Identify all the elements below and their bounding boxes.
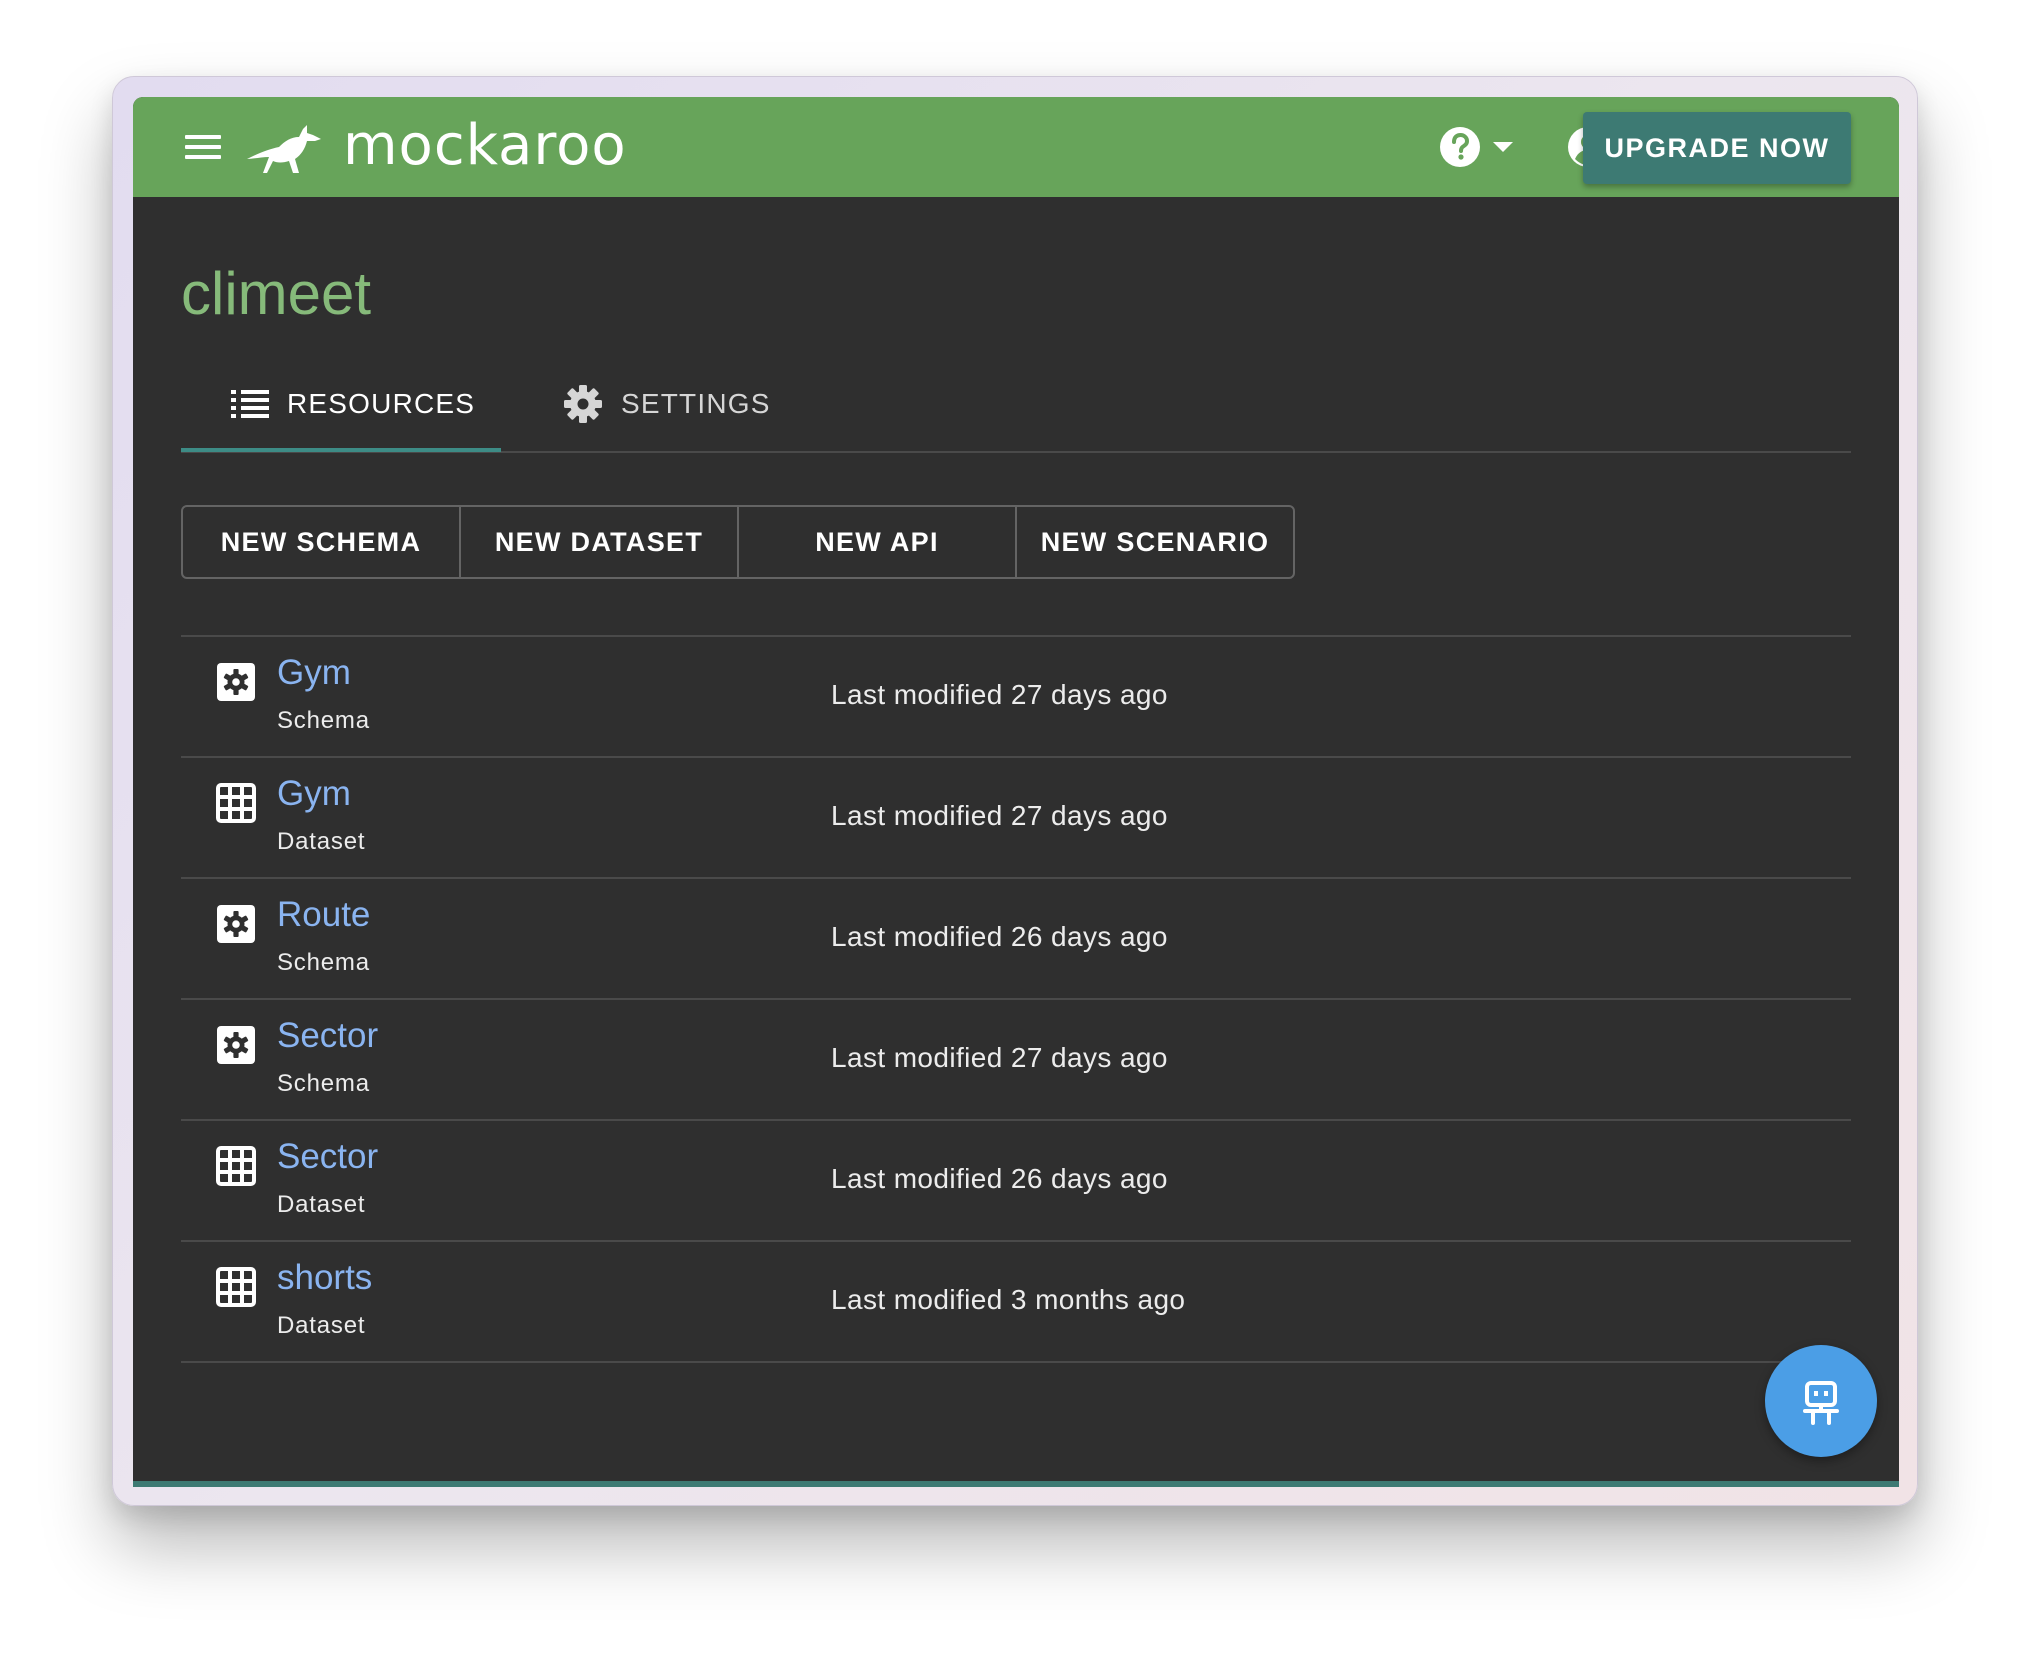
resource-type: Dataset xyxy=(277,1191,366,1218)
menu-icon[interactable] xyxy=(185,133,221,161)
schema-gear-icon xyxy=(217,663,255,701)
robot-icon xyxy=(1803,1381,1839,1425)
resource-name-link[interactable]: Gym xyxy=(277,772,351,816)
bottom-border xyxy=(133,1481,1899,1487)
page-title: climeet xyxy=(181,260,372,327)
list-item[interactable]: Gym Dataset Last modified 27 days ago xyxy=(181,758,1851,879)
chevron-down-icon xyxy=(1493,142,1513,152)
resource-name-link[interactable]: Gym xyxy=(277,651,351,695)
resource-name-link[interactable]: shorts xyxy=(277,1256,372,1300)
list-item[interactable]: Sector Schema Last modified 27 days ago xyxy=(181,1000,1851,1121)
top-bar: mockaroo UPGRADE NOW xyxy=(133,97,1899,197)
resource-name-link[interactable]: Sector xyxy=(277,1014,378,1058)
list-icon xyxy=(231,390,269,418)
resource-name-link[interactable]: Sector xyxy=(277,1135,378,1179)
assistant-fab-button[interactable] xyxy=(1765,1345,1877,1457)
upgrade-now-button[interactable]: UPGRADE NOW xyxy=(1583,112,1851,184)
resource-type: Schema xyxy=(277,1070,370,1097)
dataset-grid-icon xyxy=(216,783,256,823)
resource-type: Schema xyxy=(277,707,370,734)
list-item[interactable]: Gym Schema Last modified 27 days ago xyxy=(181,637,1851,758)
resource-type: Dataset xyxy=(277,828,366,855)
resource-modified: Last modified 3 months ago xyxy=(831,1284,1186,1315)
resource-name-link[interactable]: Route xyxy=(277,893,370,937)
resource-type: Dataset xyxy=(277,1312,366,1339)
list-item[interactable]: Route Schema Last modified 26 days ago xyxy=(181,879,1851,1000)
resource-modified: Last modified 27 days ago xyxy=(831,679,1168,710)
resource-modified: Last modified 27 days ago xyxy=(831,800,1168,831)
resource-type: Schema xyxy=(277,949,370,976)
help-icon xyxy=(1440,127,1480,167)
kangaroo-logo-icon[interactable] xyxy=(245,119,325,177)
tab-settings-label: SETTINGS xyxy=(621,388,771,419)
new-api-button[interactable]: NEW API xyxy=(737,507,1015,577)
active-tab-indicator xyxy=(181,448,501,452)
tab-settings[interactable]: SETTINGS xyxy=(563,355,771,453)
schema-gear-icon xyxy=(217,905,255,943)
tab-bar: RESOURCES SETTINGS xyxy=(181,355,1851,453)
new-dataset-button[interactable]: NEW DATASET xyxy=(459,507,737,577)
new-schema-button[interactable]: NEW SCHEMA xyxy=(183,507,459,577)
list-item[interactable]: Sector Dataset Last modified 26 days ago xyxy=(181,1121,1851,1242)
dataset-grid-icon xyxy=(216,1267,256,1307)
resource-modified: Last modified 26 days ago xyxy=(831,921,1168,952)
list-item[interactable]: shorts Dataset Last modified 3 months ag… xyxy=(181,1242,1851,1363)
dataset-grid-icon xyxy=(216,1146,256,1186)
resource-list: Gym Schema Last modified 27 days ago Gym… xyxy=(181,635,1851,1363)
gear-icon xyxy=(564,385,602,423)
resource-modified: Last modified 26 days ago xyxy=(831,1163,1168,1194)
tab-resources[interactable]: RESOURCES xyxy=(231,355,475,453)
app-content: mockaroo UPGRADE NOW climeet RESOURCES S… xyxy=(133,97,1899,1487)
tab-resources-label: RESOURCES xyxy=(287,388,476,419)
help-menu[interactable] xyxy=(1439,125,1513,169)
schema-gear-icon xyxy=(217,1026,255,1064)
new-resource-button-group: NEW SCHEMA NEW DATASET NEW API NEW SCENA… xyxy=(181,505,1295,579)
resource-modified: Last modified 27 days ago xyxy=(831,1042,1168,1073)
new-scenario-button[interactable]: NEW SCENARIO xyxy=(1015,507,1293,577)
logo-text[interactable]: mockaroo xyxy=(343,111,627,181)
app-window: mockaroo UPGRADE NOW climeet RESOURCES S… xyxy=(112,76,1918,1506)
